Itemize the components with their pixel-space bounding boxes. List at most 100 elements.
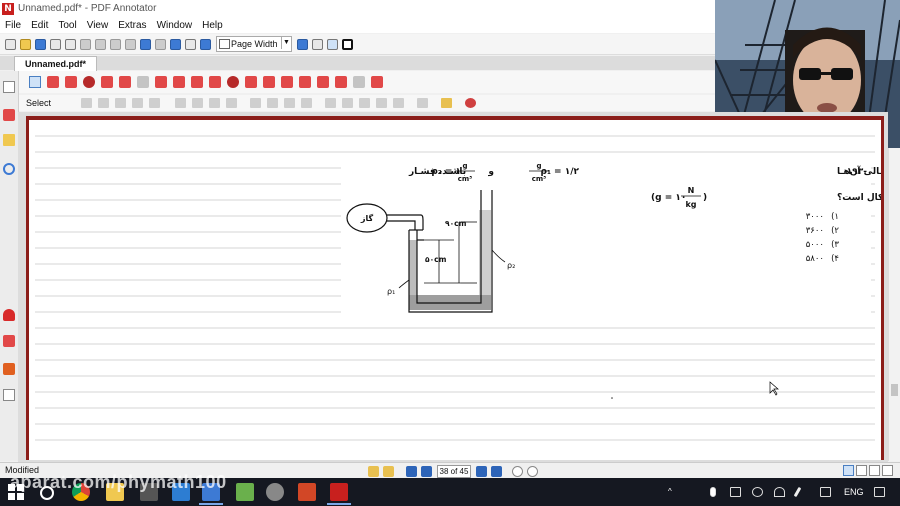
menu-extras[interactable]: Extras	[113, 20, 151, 31]
arrow-icon[interactable]	[191, 76, 203, 88]
option-1-value[interactable]: ۳۰۰۰	[806, 212, 824, 222]
comment-icon[interactable]	[281, 76, 293, 88]
align-middle-icon[interactable]	[267, 98, 278, 108]
align-top-icon[interactable]	[250, 98, 261, 108]
redo-icon[interactable]	[155, 38, 166, 50]
new-document-icon[interactable]	[5, 38, 16, 50]
menu-window[interactable]: Window	[152, 20, 198, 31]
hand-tool-icon[interactable]	[185, 38, 196, 50]
two-page-view-icon[interactable]	[869, 465, 880, 476]
bring-front-icon[interactable]	[342, 98, 353, 108]
distribute-icon[interactable]	[226, 98, 237, 108]
group-icon[interactable]	[81, 98, 92, 108]
menu-help[interactable]: Help	[197, 20, 228, 31]
last-page-icon[interactable]	[491, 465, 502, 477]
menu-view[interactable]: View	[82, 20, 114, 31]
heart-sidebar-icon[interactable]	[3, 309, 15, 321]
image-icon[interactable]	[353, 76, 365, 88]
chevron-down-icon[interactable]: ▼	[281, 37, 291, 49]
previous-view-icon[interactable]	[368, 465, 379, 477]
align-bottom-icon[interactable]	[284, 98, 295, 108]
align-left-icon[interactable]	[175, 98, 186, 108]
chart-sidebar-icon[interactable]	[3, 389, 15, 401]
link-sidebar-icon[interactable]	[3, 163, 15, 175]
continuous-view-icon[interactable]	[856, 465, 867, 476]
menu-file[interactable]: File	[0, 20, 26, 31]
first-page-icon[interactable]	[406, 465, 417, 477]
tab-unnamed[interactable]: Unnamed.pdf*	[14, 56, 98, 71]
single-page-icon[interactable]	[312, 38, 323, 50]
delete-annotation-icon[interactable]	[149, 98, 160, 108]
document-viewport[interactable]: ۱۹۳- در شکل زیر، دو مایع به حالت تعادل ق…	[18, 112, 888, 462]
line-style-icon[interactable]	[325, 98, 336, 108]
pen-ink-icon[interactable]	[793, 486, 802, 498]
page-thumbnail-icon[interactable]	[3, 81, 15, 93]
single-page-view-icon[interactable]	[843, 465, 854, 476]
hand-pointer-icon[interactable]	[65, 76, 77, 88]
next-page-icon[interactable]	[476, 465, 487, 477]
chevron-up-icon[interactable]: ^	[668, 487, 679, 497]
folder-sidebar-icon[interactable]	[3, 134, 15, 146]
line-icon[interactable]	[173, 76, 185, 88]
stamp-icon[interactable]	[155, 76, 167, 88]
fit-page-icon[interactable]	[327, 38, 338, 50]
ungroup-icon[interactable]	[98, 98, 109, 108]
next-view-icon[interactable]	[383, 465, 394, 477]
same-size-icon[interactable]	[301, 98, 312, 108]
forward-icon[interactable]	[527, 465, 538, 477]
rectangle-icon[interactable]	[209, 76, 221, 88]
option-4-value[interactable]: ۵۸۰۰	[806, 254, 824, 264]
back-icon[interactable]	[512, 465, 523, 477]
copy-icon[interactable]	[95, 38, 106, 50]
zoom-out-icon[interactable]	[200, 38, 211, 50]
eraser-icon[interactable]	[263, 76, 275, 88]
send-back-icon[interactable]	[359, 98, 370, 108]
circle-icon[interactable]	[227, 76, 239, 88]
open-folder-icon[interactable]	[20, 38, 31, 50]
eraser-sidebar-icon[interactable]	[3, 335, 15, 347]
delete-icon[interactable]	[125, 38, 136, 50]
text-box-icon[interactable]	[137, 76, 149, 88]
marker-icon[interactable]	[335, 76, 347, 88]
crop-icon[interactable]	[317, 76, 329, 88]
camera-icon[interactable]	[299, 76, 311, 88]
save-icon[interactable]	[35, 38, 46, 50]
document-page[interactable]: ۱۹۳- در شکل زیر، دو مایع به حالت تعادل ق…	[26, 116, 884, 460]
grid-view-icon[interactable]	[882, 465, 893, 476]
zoom-in-icon[interactable]	[297, 38, 308, 50]
volume-icon[interactable]	[752, 487, 763, 497]
select-arrow-icon[interactable]	[29, 76, 41, 88]
page-number-field[interactable]: 38 of 45	[437, 464, 471, 478]
battery-icon[interactable]	[730, 487, 741, 497]
microphone-icon[interactable]	[710, 487, 716, 497]
zoom-select[interactable]: Page Width ▼	[216, 36, 292, 52]
option-2-value[interactable]: ۳۶۰۰	[806, 226, 824, 236]
align-center-icon[interactable]	[192, 98, 203, 108]
previous-page-icon[interactable]	[421, 465, 432, 477]
rotate-icon[interactable]	[376, 98, 387, 108]
notification-icon[interactable]	[874, 487, 885, 497]
store-icon[interactable]	[236, 483, 254, 501]
menu-tool[interactable]: Tool	[53, 20, 81, 31]
find-icon[interactable]	[170, 38, 181, 50]
print-icon[interactable]	[65, 38, 76, 50]
input-language[interactable]: ENG	[844, 487, 864, 497]
undo-icon[interactable]	[140, 38, 151, 50]
paste-icon[interactable]	[110, 38, 121, 50]
marker-sidebar-icon[interactable]	[3, 363, 15, 375]
save-as-icon[interactable]	[50, 38, 61, 50]
wifi-icon[interactable]	[774, 487, 785, 497]
menu-edit[interactable]: Edit	[26, 20, 53, 31]
pen-icon[interactable]	[101, 76, 113, 88]
pen-sidebar-icon[interactable]	[3, 109, 15, 121]
flip-icon[interactable]	[393, 98, 404, 108]
favorites-icon[interactable]	[465, 98, 476, 108]
measure-icon[interactable]	[245, 76, 257, 88]
vertical-scrollbar[interactable]	[888, 148, 900, 461]
properties-icon[interactable]	[417, 98, 428, 108]
scrollbar-thumb[interactable]	[891, 384, 898, 396]
option-3-value[interactable]: ۵۰۰۰	[806, 240, 824, 250]
cut-icon[interactable]	[80, 38, 91, 50]
zoom-tool-icon[interactable]	[83, 76, 95, 88]
fullscreen-icon[interactable]	[342, 38, 353, 50]
